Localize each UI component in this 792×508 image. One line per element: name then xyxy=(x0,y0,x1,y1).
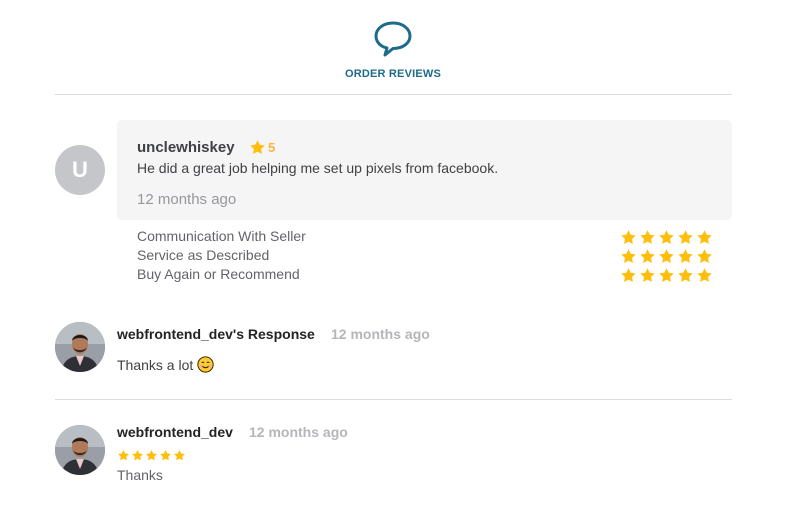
star-icon xyxy=(160,449,171,461)
star-icon xyxy=(697,268,712,282)
response-text: Thanks a lot xyxy=(117,356,194,373)
star-icon xyxy=(640,249,655,263)
person-photo-icon xyxy=(55,322,105,372)
section-title: ORDER REVIEWS xyxy=(344,68,442,80)
avatar[interactable]: U xyxy=(55,145,105,195)
chat-bubble-icon xyxy=(374,21,412,57)
star-icon xyxy=(659,268,674,282)
criteria-stars-recommend xyxy=(620,267,713,284)
star-icon xyxy=(250,140,265,154)
criteria-stars-service xyxy=(620,248,713,265)
divider xyxy=(55,399,732,400)
buyer-avatar[interactable] xyxy=(55,425,105,475)
rating-value: 5 xyxy=(268,140,276,155)
star-icon xyxy=(621,230,636,244)
person-photo-icon xyxy=(55,425,105,475)
star-icon xyxy=(640,230,655,244)
star-icon xyxy=(118,449,129,461)
criteria-label-communication: Communication With Seller xyxy=(137,228,306,244)
star-icon xyxy=(621,268,636,282)
review-text: He did a great job helping me set up pix… xyxy=(137,160,499,176)
star-icon xyxy=(621,249,636,263)
order-reviews-header: ORDER REVIEWS xyxy=(0,0,792,95)
star-icon xyxy=(132,449,143,461)
star-icon xyxy=(678,249,693,263)
reviewer-username[interactable]: unclewhiskey xyxy=(137,139,235,156)
seller-avatar[interactable] xyxy=(55,322,105,372)
buyer-review-time: 12 months ago xyxy=(249,424,348,440)
star-icon xyxy=(659,230,674,244)
criteria-label-recommend: Buy Again or Recommend xyxy=(137,266,300,282)
criteria-label-service: Service as Described xyxy=(137,247,270,263)
smile-emoji-icon xyxy=(197,356,214,373)
star-icon xyxy=(697,230,712,244)
buyer-review-text: Thanks xyxy=(117,467,163,483)
star-icon xyxy=(659,249,674,263)
response-time: 12 months ago xyxy=(331,326,430,342)
review-card: unclewhiskey 5 He did a great job helpin… xyxy=(117,120,732,220)
response-text-row: Thanks a lot xyxy=(117,356,214,373)
star-icon xyxy=(640,268,655,282)
buyer-review-stars xyxy=(117,449,186,462)
buyer-review-username[interactable]: webfrontend_dev xyxy=(117,424,233,440)
star-icon xyxy=(174,449,185,461)
review-time: 12 months ago xyxy=(137,191,237,208)
response-title: webfrontend_dev's Response xyxy=(117,326,315,342)
star-icon xyxy=(146,449,157,461)
star-icon xyxy=(678,230,693,244)
criteria-stars-communication xyxy=(620,229,713,246)
divider xyxy=(55,94,732,95)
star-icon xyxy=(678,268,693,282)
star-icon xyxy=(697,249,712,263)
